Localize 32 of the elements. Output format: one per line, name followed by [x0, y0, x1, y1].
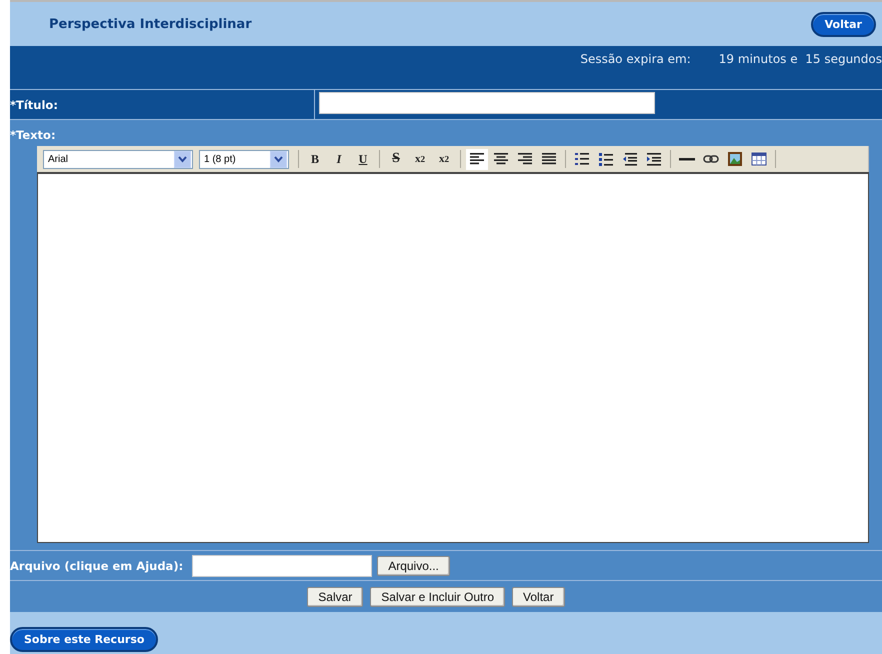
bullet-list-icon — [598, 151, 614, 167]
browse-button[interactable]: Arquivo... — [377, 556, 450, 576]
session-label: Sessão expira em: — [580, 52, 691, 68]
field-label: *Título: — [10, 98, 58, 112]
indent-icon — [646, 151, 662, 167]
italic-button[interactable]: I — [328, 148, 350, 170]
numbered-list-icon — [574, 151, 590, 167]
action-button[interactable]: Salvar e Incluir Outro — [370, 586, 506, 606]
session-time: 19 minutos e 15 segundos — [718, 52, 882, 68]
align-center-icon — [493, 151, 509, 167]
action-button[interactable]: Voltar — [512, 586, 565, 606]
underline-button[interactable]: U — [352, 148, 374, 170]
font-dropdown[interactable]: Arial — [43, 150, 193, 168]
about-button[interactable]: Sobre este Recurso — [10, 627, 158, 652]
outdent-icon — [622, 151, 638, 167]
align-left-icon — [469, 151, 485, 167]
align-right-icon — [517, 151, 533, 167]
field-label: *Texto: — [10, 128, 56, 142]
image-icon — [727, 151, 743, 167]
page-title: Perspectiva Interdisciplinar — [49, 16, 252, 32]
horizontal-rule-icon — [679, 158, 695, 160]
align-left-button[interactable] — [466, 148, 488, 170]
back-button[interactable]: Voltar — [810, 12, 876, 36]
strikethrough-button[interactable]: S — [385, 148, 407, 170]
action-button[interactable]: Salvar — [307, 586, 364, 606]
bold-button[interactable]: B — [304, 148, 326, 170]
file-path-field[interactable] — [192, 554, 372, 576]
title-field[interactable] — [319, 92, 655, 114]
field-label: Arquivo (clique em Ajuda): — [10, 558, 184, 572]
table-icon — [751, 151, 767, 167]
justify-icon — [541, 151, 557, 167]
size-dropdown[interactable]: 1 (8 pt) — [199, 150, 289, 168]
